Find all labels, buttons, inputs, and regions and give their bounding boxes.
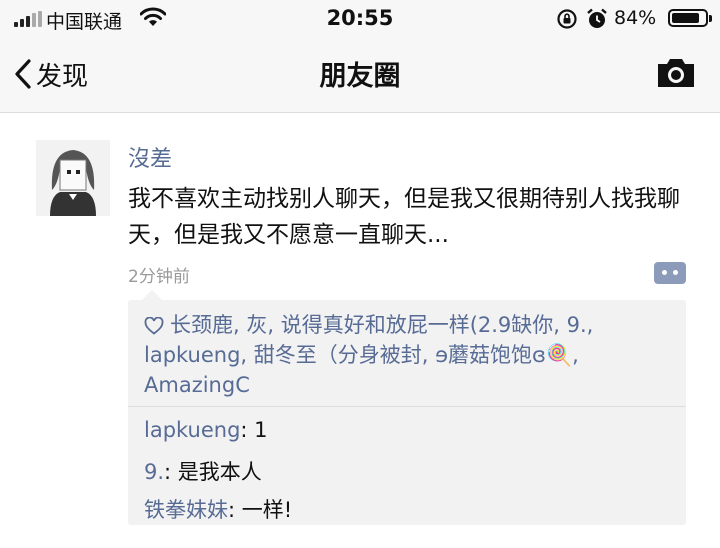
avatar[interactable] (36, 140, 110, 216)
comment-author[interactable]: 铁拳妹妹 (144, 498, 228, 522)
comment-text: : 1 (240, 418, 268, 442)
status-bar: 中国联通 20:55 84% (0, 0, 720, 38)
likes-list: 长颈鹿, 灰, 说得真好和放屁一样(2.9缺你, 9., lapkueng, 甜… (144, 310, 674, 400)
comment-item[interactable]: lapkueng: 1 (144, 418, 268, 442)
more-actions-icon[interactable] (654, 262, 686, 284)
navigation-bar: 发现 朋友圈 (0, 40, 720, 110)
post-timestamp: 2分钟前 (128, 267, 190, 287)
comment-item[interactable]: 铁拳妹妹: 一样! (144, 494, 292, 524)
post-content: 我不喜欢主动找别人聊天，但是我又很期待别人找我聊天，但是我又不愿意一直聊天... (128, 186, 680, 248)
alarm-icon (587, 8, 607, 28)
battery-icon (668, 9, 712, 27)
comment-author[interactable]: 9. (144, 460, 164, 484)
page-title: 朋友圈 (319, 61, 401, 92)
comment-author[interactable]: lapkueng (144, 418, 240, 442)
likes-comments-panel: 长颈鹿, 灰, 说得真好和放屁一样(2.9缺你, 9., lapkueng, 甜… (128, 290, 686, 525)
comment-item[interactable]: 9.: 是我本人 (144, 456, 262, 486)
comment-text: : 一样! (228, 498, 293, 522)
battery-percent: 84% (614, 7, 657, 29)
rotation-lock-icon (557, 9, 577, 29)
heart-icon (144, 317, 164, 335)
post-author[interactable]: 沒差 (128, 141, 172, 173)
clock: 20:55 (326, 6, 394, 30)
camera-icon[interactable] (656, 56, 696, 90)
comment-text: : 是我本人 (164, 460, 262, 484)
avatar-image (36, 140, 110, 216)
likes-names[interactable]: 长颈鹿, 灰, 说得真好和放屁一样(2.9缺你, 9., lapkueng, 甜… (144, 313, 593, 397)
divider (128, 406, 686, 407)
top-bar: 中国联通 20:55 84% 发现 朋友圈 (0, 0, 720, 113)
